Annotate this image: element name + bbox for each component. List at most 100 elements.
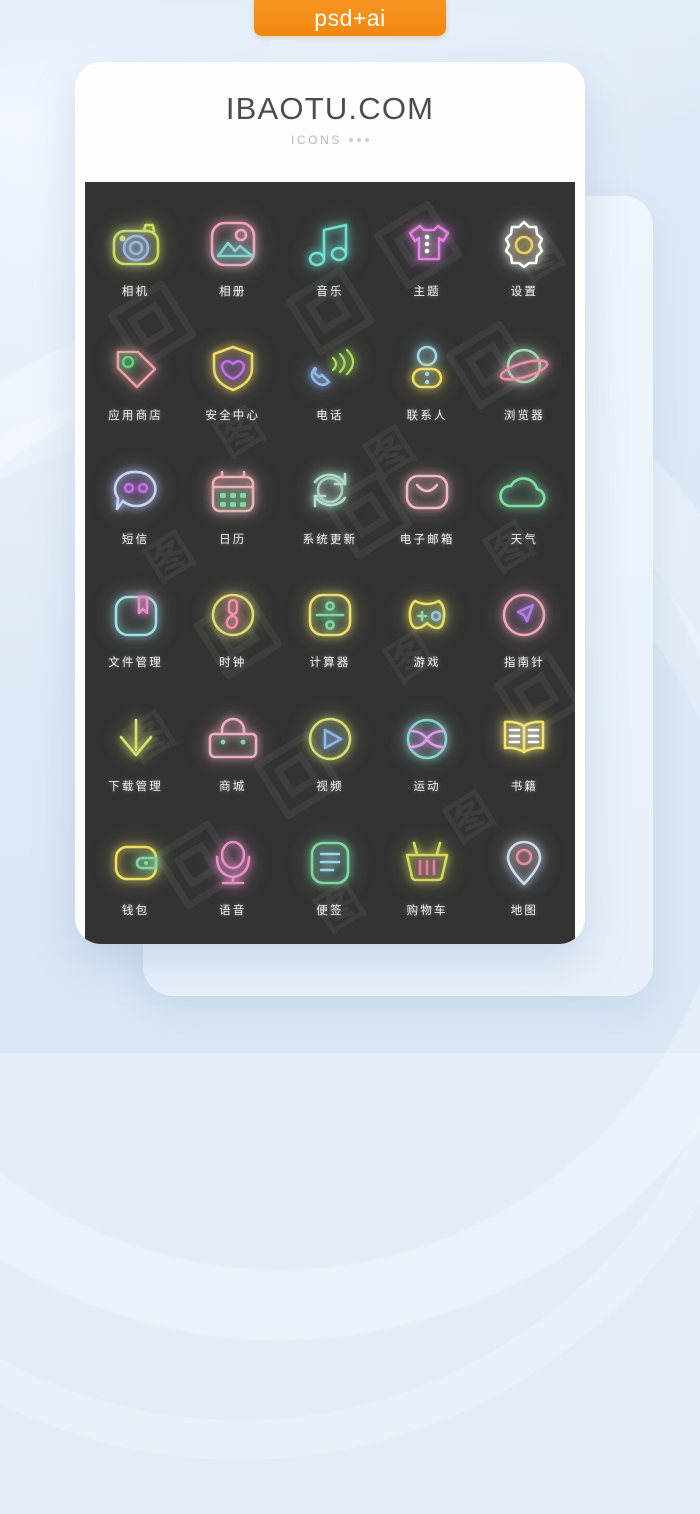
- icon-label: 计算器: [309, 655, 351, 670]
- icon-label: 相机: [121, 284, 150, 299]
- icon-label: 商城: [219, 778, 247, 793]
- icon-cell-game-controller[interactable]: 游戏: [379, 567, 476, 691]
- browser-planet-icon[interactable]: [496, 340, 552, 396]
- icon-cell-voice-mic[interactable]: 语音: [184, 814, 281, 938]
- icon-label: 短信: [121, 531, 150, 546]
- icon-cell-app-store-tag[interactable]: 应用商店: [87, 320, 184, 444]
- video-play-icon[interactable]: [302, 711, 358, 767]
- game-controller-icon[interactable]: [399, 587, 455, 643]
- icon-label: 游戏: [413, 655, 441, 670]
- icon-label: 音乐: [316, 284, 344, 299]
- icon-label: 运动: [413, 778, 441, 793]
- icon-cell-browser-planet[interactable]: 浏览器: [476, 320, 573, 444]
- icon-cell-video-play[interactable]: 视频: [281, 691, 378, 815]
- icon-label: 购物车: [406, 902, 448, 917]
- photo-album-icon[interactable]: [205, 216, 261, 272]
- icon-label: 文件管理: [108, 655, 163, 670]
- map-pin-icon[interactable]: [496, 835, 552, 891]
- icon-cell-photo-album[interactable]: 相册: [184, 196, 281, 320]
- icon-label: 天气: [510, 531, 539, 546]
- icon-label: 时钟: [219, 655, 247, 670]
- icon-label: 日历: [219, 531, 247, 546]
- shopping-basket-icon[interactable]: [399, 835, 455, 891]
- subtitle-dots: [349, 138, 369, 142]
- icon-cell-calculator[interactable]: 计算器: [281, 567, 378, 691]
- icon-cell-wallet[interactable]: 钱包: [87, 814, 184, 938]
- icon-label: 视频: [316, 778, 344, 793]
- file-manager-icon[interactable]: [108, 587, 164, 643]
- app-store-tag-icon[interactable]: [108, 340, 164, 396]
- icon-cell-phone[interactable]: 电话: [281, 320, 378, 444]
- icon-cell-email[interactable]: 电子邮箱: [379, 443, 476, 567]
- format-badge-label: psd+ai: [314, 4, 386, 31]
- download-manager-icon[interactable]: [108, 711, 164, 767]
- weather-cloud-icon[interactable]: [496, 464, 552, 520]
- icon-label: 主题: [413, 284, 441, 299]
- icon-label: 地图: [510, 902, 539, 917]
- contacts-icon[interactable]: [399, 340, 455, 396]
- mall-bag-icon[interactable]: [205, 711, 261, 767]
- notes-icon[interactable]: [302, 835, 358, 891]
- icon-cell-compass[interactable]: 指南针: [476, 567, 573, 691]
- icon-cell-system-update[interactable]: 系统更新: [281, 443, 378, 567]
- wallet-icon[interactable]: [108, 835, 164, 891]
- clock-icon[interactable]: [205, 587, 261, 643]
- icon-cell-map-pin[interactable]: 地图: [476, 814, 573, 938]
- icon-cell-mall-bag[interactable]: 商城: [184, 691, 281, 815]
- icon-cell-clock[interactable]: 时钟: [184, 567, 281, 691]
- icon-label: 钱包: [121, 902, 150, 917]
- icon-label: 下载管理: [108, 778, 163, 793]
- icon-cell-file-manager[interactable]: 文件管理: [87, 567, 184, 691]
- format-badge: psd+ai: [254, 0, 446, 36]
- icon-label: 电子邮箱: [399, 531, 455, 546]
- system-update-icon[interactable]: [302, 464, 358, 520]
- icon-label: 安全中心: [205, 407, 261, 422]
- icon-grid-panel: 图 图 图 图 图 图 图 图 图 相机 相册 音乐 主题 设置 应用商店 安全中…: [85, 182, 575, 944]
- settings-gear-icon[interactable]: [496, 216, 552, 272]
- icon-cell-camera[interactable]: 相机: [87, 196, 184, 320]
- icon-cell-books[interactable]: 书籍: [476, 691, 573, 815]
- icon-label: 书籍: [510, 778, 539, 793]
- icon-set-card: IBAOTU.COM ICONS 图 图 图 图 图 图 图 图 图 相机 相册…: [75, 62, 585, 944]
- theme-shirt-icon[interactable]: [399, 216, 455, 272]
- calculator-icon[interactable]: [302, 587, 358, 643]
- icon-label: 设置: [510, 284, 539, 299]
- icon-cell-security-shield[interactable]: 安全中心: [184, 320, 281, 444]
- icon-cell-notes[interactable]: 便签: [281, 814, 378, 938]
- icon-cell-shopping-basket[interactable]: 购物车: [379, 814, 476, 938]
- icon-label: 电话: [316, 407, 344, 422]
- icon-label: 语音: [219, 902, 247, 917]
- phone-icon[interactable]: [302, 340, 358, 396]
- card-subtitle-row: ICONS: [291, 133, 369, 147]
- email-icon[interactable]: [399, 464, 455, 520]
- sms-message-icon[interactable]: [108, 464, 164, 520]
- icon-label: 相册: [219, 284, 247, 299]
- security-shield-icon[interactable]: [205, 340, 261, 396]
- icon-cell-sports-ball[interactable]: 运动: [379, 691, 476, 815]
- brand-title: IBAOTU.COM: [225, 91, 435, 126]
- camera-icon[interactable]: [108, 216, 164, 272]
- icon-cell-weather-cloud[interactable]: 天气: [476, 443, 573, 567]
- icon-label: 指南针: [503, 655, 545, 670]
- card-header: IBAOTU.COM ICONS: [75, 62, 585, 178]
- icon-grid: 相机 相册 音乐 主题 设置 应用商店 安全中心 电话 联系人 浏览器 短信 日历…: [85, 182, 575, 944]
- icon-label: 应用商店: [108, 407, 163, 422]
- card-subtitle: ICONS: [290, 133, 342, 147]
- calendar-icon[interactable]: [205, 464, 261, 520]
- icon-cell-theme-shirt[interactable]: 主题: [379, 196, 476, 320]
- icon-label: 便签: [316, 902, 344, 917]
- icon-label: 浏览器: [503, 407, 545, 422]
- icon-cell-download-manager[interactable]: 下载管理: [87, 691, 184, 815]
- compass-icon[interactable]: [496, 587, 552, 643]
- icon-cell-calendar[interactable]: 日历: [184, 443, 281, 567]
- icon-cell-contacts[interactable]: 联系人: [379, 320, 476, 444]
- music-icon[interactable]: [302, 216, 358, 272]
- icon-cell-settings-gear[interactable]: 设置: [476, 196, 573, 320]
- icon-label: 系统更新: [302, 531, 358, 546]
- voice-mic-icon[interactable]: [205, 835, 261, 891]
- books-icon[interactable]: [496, 711, 552, 767]
- icon-cell-music[interactable]: 音乐: [281, 196, 378, 320]
- icon-cell-sms-message[interactable]: 短信: [87, 443, 184, 567]
- sports-ball-icon[interactable]: [399, 711, 455, 767]
- icon-label: 联系人: [406, 407, 448, 422]
